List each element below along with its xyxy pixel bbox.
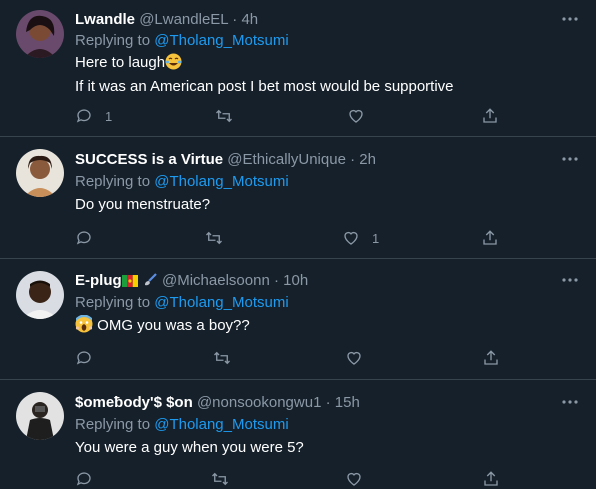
tweet-text-line: Do you menstruate?: [75, 196, 211, 213]
flag-icon: [121, 274, 138, 292]
tweet-text-line: OMG you was a boy??: [97, 317, 250, 334]
reply-count: 1: [105, 108, 113, 124]
reply-icon: [76, 231, 91, 245]
screaming-face-icon: [75, 314, 93, 339]
retweet-button[interactable]: [211, 469, 229, 489]
timestamp[interactable]: 10h: [283, 272, 308, 289]
replying-to-link[interactable]: @Tholang_Motsumi: [154, 294, 288, 311]
user-handle[interactable]: @EthicallyUnique: [227, 151, 346, 168]
like-icon: [347, 351, 361, 365]
retweet-icon: [206, 231, 222, 245]
separator-dot: ·: [350, 151, 356, 168]
timestamp[interactable]: 15h: [335, 394, 360, 411]
avatar[interactable]: [16, 149, 64, 197]
share-button[interactable]: [481, 228, 499, 248]
tweet-actions: 1: [75, 106, 515, 126]
reply-icon: [76, 109, 91, 123]
tweet-text-line: You were a guy when you were 5?: [75, 439, 304, 456]
reply-button[interactable]: [75, 228, 93, 248]
tweet-text: Here to laugh If it was an American post…: [75, 52, 454, 97]
replying-to-link[interactable]: @Tholang_Motsumi: [154, 173, 288, 190]
tweet[interactable]: Lwandle @LwandleEL · 4h Replying to @Tho…: [0, 0, 596, 137]
reply-icon: [76, 472, 91, 486]
replying-to-link[interactable]: @Tholang_Motsumi: [154, 32, 288, 49]
timestamp[interactable]: 2h: [359, 151, 376, 168]
display-name[interactable]: $omeƀody'$ $on: [75, 394, 193, 411]
replying-to-label: Replying to: [75, 416, 155, 433]
retweet-icon: [212, 472, 228, 486]
separator-dot: ·: [325, 394, 331, 411]
share-icon: [483, 230, 497, 245]
replying-to-link[interactable]: @Tholang_Motsumi: [154, 416, 288, 433]
more-icon[interactable]: [560, 152, 580, 166]
reply-icon: [76, 351, 91, 365]
timestamp[interactable]: 4h: [241, 11, 258, 28]
tweet[interactable]: E-plug @Michaelsoonn · 10h Replying to @…: [0, 259, 596, 380]
tweet-text-line: Here to laugh: [75, 54, 166, 71]
share-button[interactable]: [482, 469, 500, 489]
like-icon: [347, 472, 361, 486]
user-handle[interactable]: @nonsookongwu1: [197, 394, 321, 411]
user-handle[interactable]: @Michaelsoonn: [162, 272, 270, 289]
retweet-icon: [216, 109, 232, 123]
retweet-button[interactable]: [213, 348, 231, 368]
paintbrush-icon: [142, 272, 158, 292]
laughing-emoji-icon: [165, 53, 182, 76]
more-icon[interactable]: [560, 12, 580, 26]
reply-button[interactable]: 1: [75, 106, 112, 126]
like-icon: [344, 231, 358, 245]
tweet-actions: 1: [75, 228, 515, 248]
share-button[interactable]: [482, 348, 500, 368]
more-icon[interactable]: [560, 273, 580, 287]
share-icon: [483, 108, 497, 123]
replying-to-label: Replying to: [75, 173, 155, 190]
tweet-text-line: If it was an American post I bet most wo…: [75, 78, 454, 95]
avatar[interactable]: [16, 10, 64, 58]
display-name[interactable]: E-plug: [75, 272, 122, 289]
separator-dot: ·: [273, 272, 279, 289]
retweet-button[interactable]: [205, 228, 223, 248]
tweet-text: Do you menstruate?: [75, 194, 210, 215]
tweet-actions: [75, 348, 515, 368]
like-button[interactable]: [345, 348, 363, 368]
display-name[interactable]: SUCCESS is a Virtue: [75, 151, 223, 168]
share-icon: [484, 350, 498, 365]
retweet-icon: [214, 351, 230, 365]
avatar[interactable]: [16, 271, 64, 319]
user-handle[interactable]: @LwandleEL: [139, 11, 228, 28]
separator-dot: ·: [232, 11, 238, 28]
reply-button[interactable]: [75, 348, 93, 368]
tweet-text: OMG you was a boy??: [75, 314, 250, 339]
share-icon: [484, 471, 498, 486]
like-button[interactable]: 1: [342, 228, 379, 248]
tweet[interactable]: SUCCESS is a Virtue @EthicallyUnique · 2…: [0, 137, 596, 259]
share-button[interactable]: [481, 106, 499, 126]
like-button[interactable]: [347, 106, 365, 126]
display-name[interactable]: Lwandle: [75, 11, 135, 28]
tweet-actions: [75, 469, 515, 489]
like-button[interactable]: [345, 469, 363, 489]
tweet[interactable]: $omeƀody'$ $on @nonsookongwu1 · 15h Repl…: [0, 380, 596, 488]
like-count: 1: [372, 230, 380, 246]
replying-to-label: Replying to: [75, 32, 155, 49]
like-icon: [349, 109, 363, 123]
reply-button[interactable]: [75, 469, 93, 489]
more-icon[interactable]: [560, 395, 580, 409]
tweet-text: You were a guy when you were 5?: [75, 437, 304, 458]
avatar[interactable]: [16, 392, 64, 440]
replying-to-label: Replying to: [75, 294, 155, 311]
retweet-button[interactable]: [215, 106, 233, 126]
